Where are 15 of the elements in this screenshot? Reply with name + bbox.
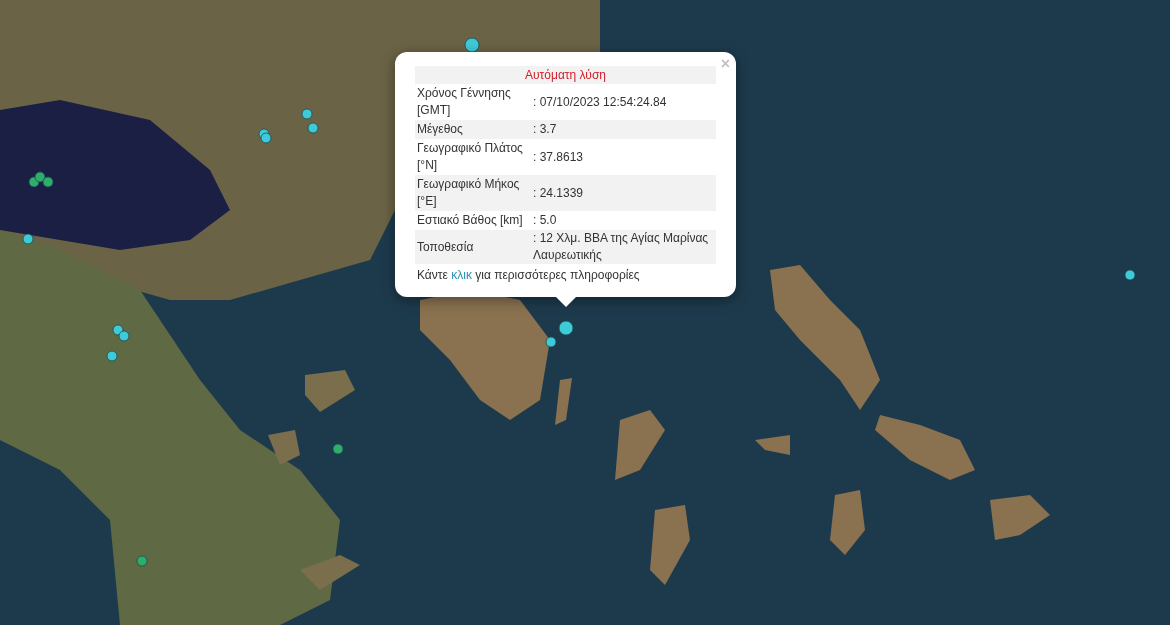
field-value: : 12 Χλμ. ΒΒΑ της Αγίας Μαρίνας Λαυρεωτικής xyxy=(531,230,716,264)
field-value: : 07/10/2023 12:54:24.84 xyxy=(531,84,716,120)
popup-title: Αυτόματη λύση xyxy=(415,66,716,84)
field-value: : 5.0 xyxy=(531,211,716,230)
more-info-text: Κάντε κλικ για περισσότερες πληροφορίες xyxy=(417,267,641,283)
more-info-link[interactable]: κλικ xyxy=(451,268,472,282)
field-value: : 37.8613 xyxy=(531,139,716,175)
field-label: Γεωγραφικό Πλάτος [°N] xyxy=(415,139,531,175)
field-label: Γεωγραφικό Μήκος [°E] xyxy=(415,175,531,211)
field-label: Τοποθεσία xyxy=(415,230,531,264)
field-value: : 24.1339 xyxy=(531,175,716,211)
field-label: Εστιακό Βάθος [km] xyxy=(415,211,531,230)
field-value: : 3.7 xyxy=(531,120,716,139)
field-label: Χρόνος Γέννησης [GMT] xyxy=(415,84,531,120)
field-label: Μέγεθος xyxy=(415,120,531,139)
